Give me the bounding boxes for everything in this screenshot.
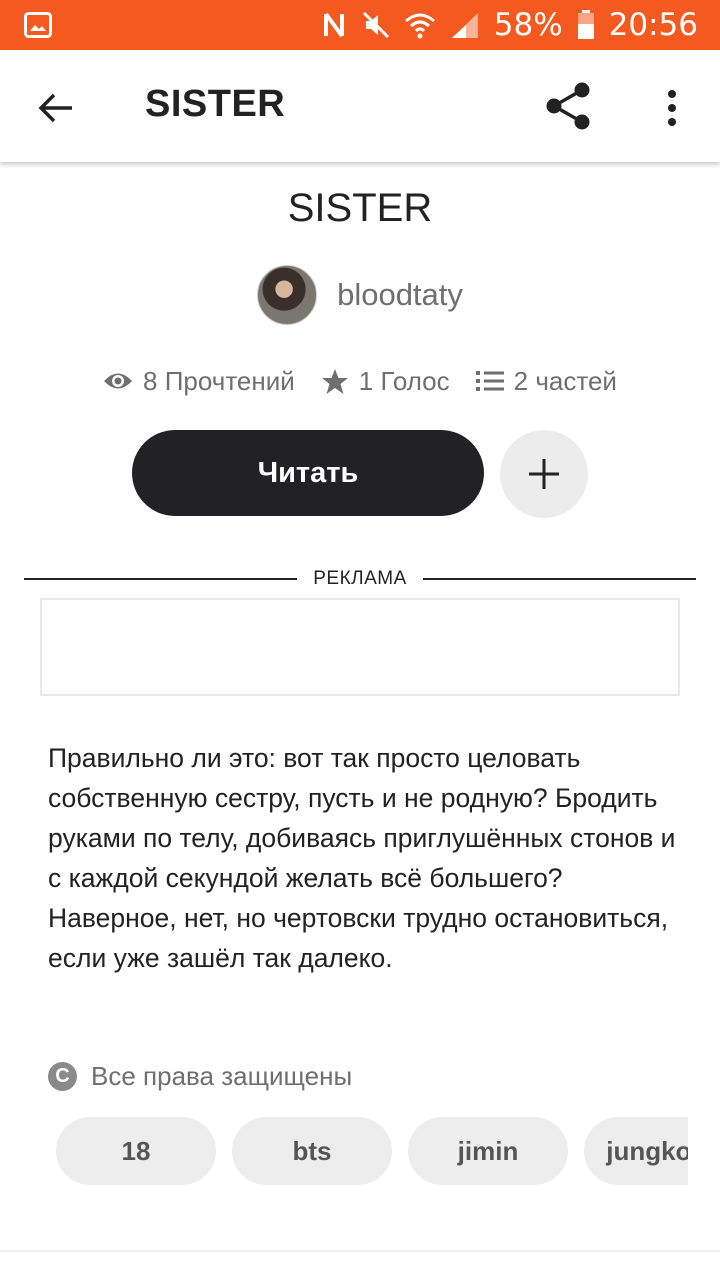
back-arrow-icon [38,93,72,123]
ad-label: РЕКЛАМА [313,568,407,589]
parts-stat: 2 частей [475,365,617,397]
status-bar: 58% 20:56 [0,0,720,50]
tag-chip[interactable]: bts [232,1117,392,1185]
clock: 20:56 [608,7,698,43]
battery-icon [577,10,595,40]
plus-icon [529,459,559,489]
copyright-row: C Все права защищены [48,1058,352,1094]
divider [422,578,696,580]
story-stats: 8 Прочтений 1 Голос 2 частей [0,362,720,400]
back-button[interactable] [30,82,82,134]
ad-slot[interactable] [40,598,680,696]
divider [24,578,298,580]
reads-stat: 8 Прочтений [103,366,295,397]
star-icon [321,368,348,394]
reads-count: 8 Прочтений [143,365,295,396]
image-icon [24,12,52,38]
author-avatar[interactable] [257,265,318,325]
battery-percent: 58% [493,7,563,43]
add-to-library-button[interactable] [500,430,588,518]
tag-chip[interactable]: 18 [56,1117,216,1185]
tag-chip[interactable]: jimin [408,1117,568,1185]
author-link[interactable]: bloodtaty [0,264,720,326]
app-bar: SISTER [0,50,720,162]
story-title: SISTER [287,186,433,230]
mute-icon [362,11,390,39]
story-description: Правильно ли это: вот так просто целоват… [48,743,676,973]
ad-label-row: РЕКЛАМА [24,566,696,592]
read-button[interactable]: Читать [132,430,484,516]
votes-stat: 1 Голос [321,366,450,397]
more-vertical-icon [668,90,676,126]
more-options-button[interactable] [650,80,694,136]
tag-chip[interactable]: jungkook [584,1117,688,1185]
nfc-icon [322,10,348,40]
share-button[interactable] [540,78,596,134]
copyright-icon: C [48,1061,77,1091]
app-bar-title: SISTER [145,83,286,125]
wifi-icon [404,11,436,39]
copyright-text: Все права защищены [91,1060,353,1091]
signal-icon [450,11,480,39]
divider [0,1250,720,1252]
share-icon [546,82,590,130]
tag-list: 18 bts jimin jungkook [56,1117,688,1185]
votes-count: 1 Голос [358,365,450,396]
parts-count: 2 частей [513,365,617,396]
list-icon [475,371,504,391]
eye-icon [104,373,133,389]
author-name[interactable]: bloodtaty [337,277,463,313]
